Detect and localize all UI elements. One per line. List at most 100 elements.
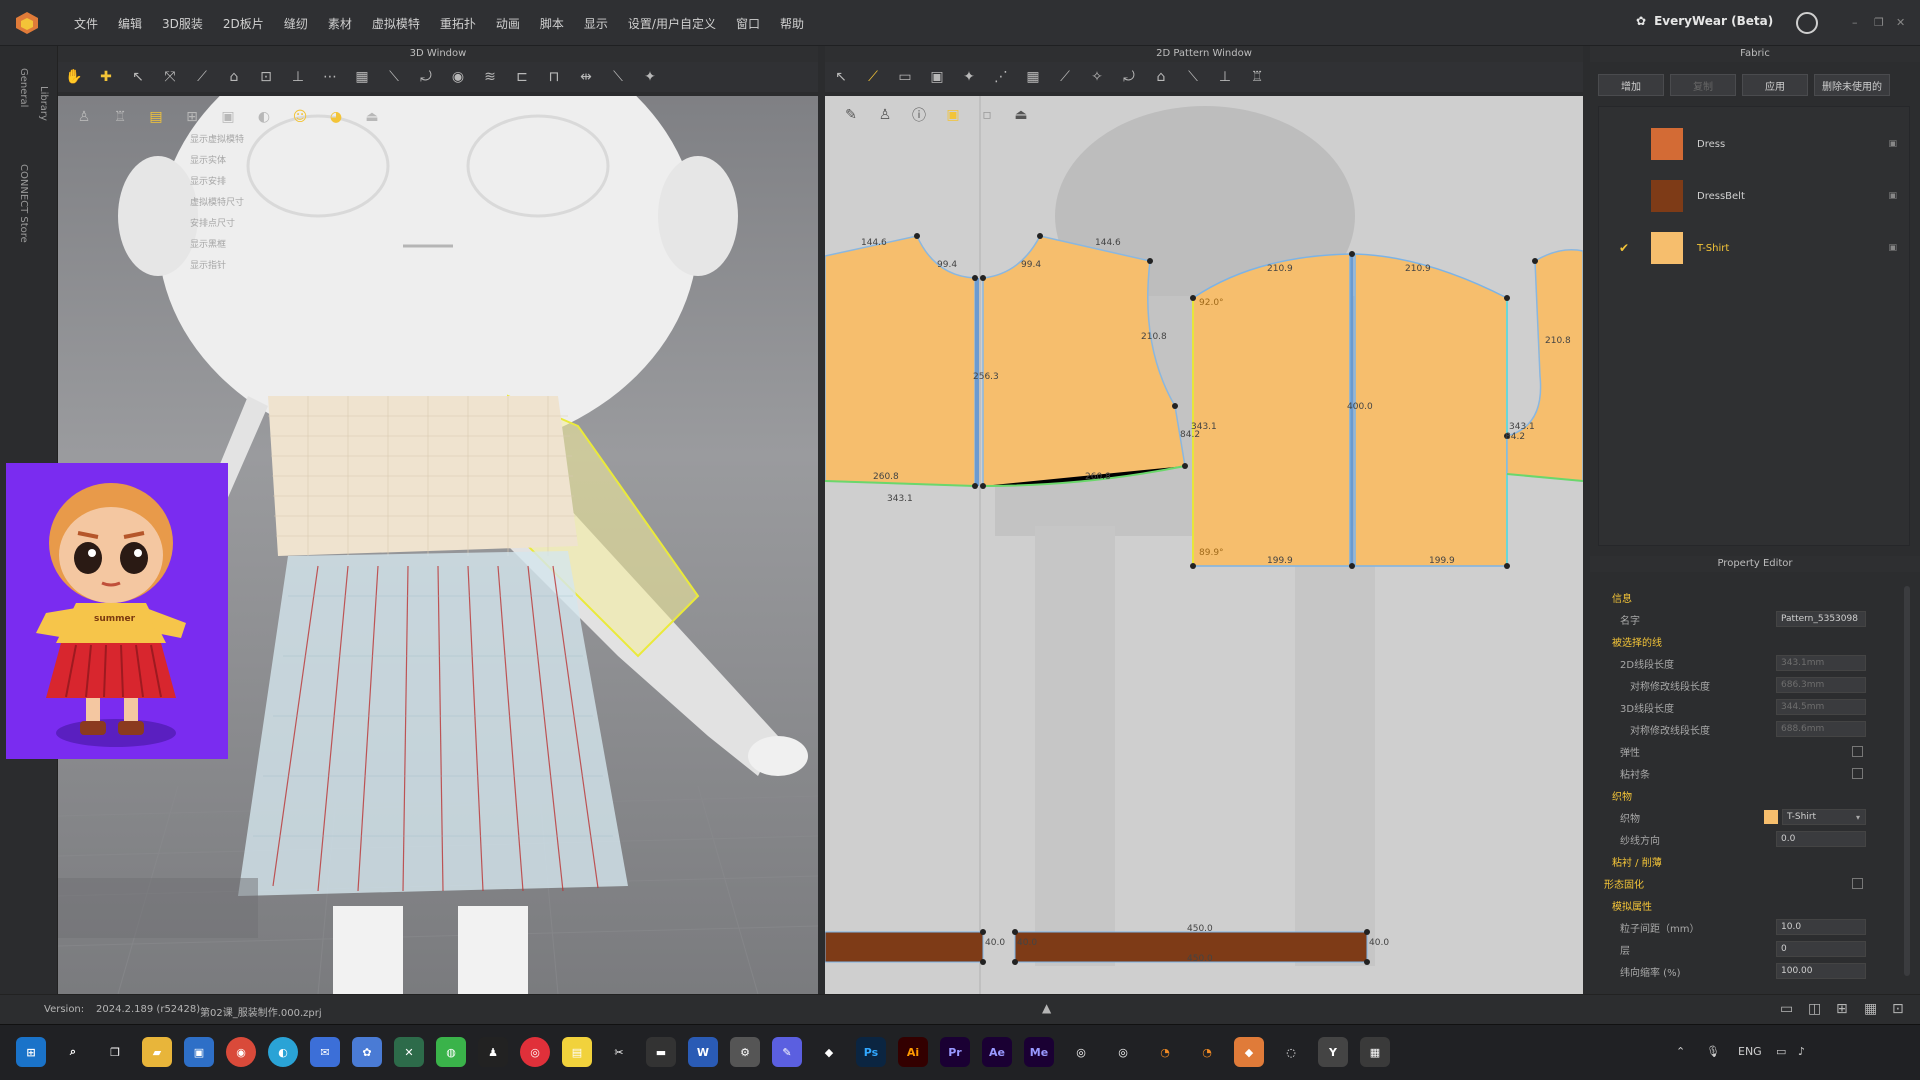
fabric-item-selected[interactable]: ✔ T-Shirt ▣ — [1599, 223, 1911, 273]
3d-length-field[interactable]: 344.5mm — [1776, 699, 1866, 715]
settings-icon[interactable]: ⚙ — [730, 1037, 760, 1067]
search-icon[interactable]: ⌕ — [58, 1037, 88, 1067]
microphone-icon[interactable]: 🎙 — [1706, 1045, 1720, 1058]
tape-checkbox[interactable] — [1852, 767, 1863, 779]
app-icon[interactable]: ◆ — [814, 1037, 844, 1067]
layout-single-icon[interactable]: ▭ — [1780, 1001, 1793, 1017]
display-hide-icon[interactable]: ◐ — [253, 106, 275, 128]
menu-3d-garment[interactable]: 3D服装 — [152, 15, 213, 32]
tab-library[interactable]: Library — [38, 86, 49, 121]
copy-fabric-button[interactable]: 复制 — [1670, 74, 1736, 96]
select-mesh-icon[interactable]: ↖ — [127, 66, 149, 88]
layer-field[interactable]: 0 — [1776, 941, 1866, 957]
puckering-icon[interactable]: ⇹ — [575, 66, 597, 88]
display-texture-icon[interactable]: ▣ — [217, 106, 239, 128]
2d-edit-pattern-icon[interactable]: ⟋ — [862, 66, 884, 88]
app-icon[interactable]: ✿ — [352, 1037, 382, 1067]
pattern-name-field[interactable]: Pattern_5353098 — [1776, 611, 1866, 627]
2d-pin-icon[interactable]: ⟍ — [1182, 66, 1204, 88]
avatar-menu-item[interactable]: 显示指针 — [168, 256, 298, 277]
user-avatar-icon[interactable] — [1796, 12, 1818, 34]
close-icon[interactable]: ✕ — [1896, 16, 1905, 29]
2d-display-info-icon[interactable]: ⓘ — [908, 104, 930, 126]
menu-animation[interactable]: 动画 — [486, 15, 530, 32]
menu-settings[interactable]: 设置/用户自定义 — [618, 15, 726, 32]
2d-rectangle-icon[interactable]: ▭ — [894, 66, 916, 88]
restore-icon[interactable]: ❐ — [1874, 16, 1884, 29]
2d-measure-icon[interactable]: ⊥ — [1214, 66, 1236, 88]
cinema4d-icon[interactable]: ◎ — [1066, 1037, 1096, 1067]
menu-2d-pattern[interactable]: 2D板片 — [213, 15, 274, 32]
layout-split-icon[interactable]: ◫ — [1808, 1001, 1821, 1017]
shape-retain-checkbox[interactable] — [1852, 877, 1863, 889]
menu-display[interactable]: 显示 — [574, 15, 618, 32]
section-selected-line[interactable]: 被选择的线 — [1612, 634, 1662, 649]
2d-dart-icon[interactable]: ⋰ — [990, 66, 1012, 88]
avatar-menu-item[interactable]: 显示虚拟模特 — [168, 130, 298, 151]
menu-file[interactable]: 文件 — [64, 15, 108, 32]
tab-general[interactable]: General — [18, 68, 29, 107]
fabric-select[interactable]: T-Shirt — [1782, 809, 1866, 825]
particle-distance-field[interactable]: 10.0 — [1776, 919, 1866, 935]
tab-connect-store[interactable]: CONNECT Store — [18, 164, 29, 243]
minimize-icon[interactable]: – — [1852, 16, 1858, 29]
section-info[interactable]: 信息 — [1612, 590, 1632, 605]
section-simulation[interactable]: 模拟属性 — [1612, 898, 1652, 913]
arrange-icon[interactable]: ⟍ — [607, 66, 629, 88]
clo3d-icon[interactable]: ◆ — [1234, 1037, 1264, 1067]
display-mesh-icon[interactable]: ⊞ — [181, 106, 203, 128]
2d-length-field[interactable]: 343.1mm — [1776, 655, 1866, 671]
2d-internal-shape-icon[interactable]: ▣ — [926, 66, 948, 88]
2d-display-texture-icon[interactable]: ▣ — [942, 104, 964, 126]
file-explorer-icon[interactable]: ▰ — [142, 1037, 172, 1067]
display-avatar-color-icon[interactable]: ☺ — [289, 106, 311, 128]
edit-curve-icon[interactable]: ⟋ — [191, 66, 213, 88]
measure-icon[interactable]: ⊓ — [543, 66, 565, 88]
expand-up-icon[interactable]: ▲ — [1042, 1001, 1051, 1015]
illustrator-icon[interactable]: Ai — [898, 1037, 928, 1067]
avatar-menu-item[interactable]: 安排点尺寸 — [168, 214, 298, 235]
pin-icon[interactable]: ▣ — [1888, 191, 1897, 201]
app-logo-icon[interactable] — [14, 10, 40, 36]
wechat-icon[interactable]: ◍ — [436, 1037, 466, 1067]
avatar-menu-item[interactable]: 虚拟模特尺寸 — [168, 193, 298, 214]
2d-display-grid-icon[interactable]: ▫ — [976, 104, 998, 126]
2d-fold-icon[interactable]: ⌂ — [1150, 66, 1172, 88]
word-icon[interactable]: W — [688, 1037, 718, 1067]
sym-length-field[interactable]: 686.3mm — [1776, 677, 1866, 693]
layout-four-icon[interactable]: ▦ — [1864, 1001, 1877, 1017]
elastic-checkbox[interactable] — [1852, 745, 1863, 757]
menu-avatar[interactable]: 虚拟模特 — [362, 15, 430, 32]
property-scrollbar[interactable] — [1904, 586, 1910, 976]
2d-display-export-icon[interactable]: ⏏ — [1010, 104, 1032, 126]
qq-icon[interactable]: ♟ — [478, 1037, 508, 1067]
fabric-item[interactable]: Dress ▣ — [1599, 119, 1911, 169]
shrinkage-field[interactable]: 100.00 — [1776, 963, 1866, 979]
app-icon[interactable]: ◌ — [1276, 1037, 1306, 1067]
netease-music-icon[interactable]: ◎ — [520, 1037, 550, 1067]
2d-transform-icon[interactable]: ↖ — [830, 66, 852, 88]
2d-garment-icon[interactable]: ♖ — [1246, 66, 1268, 88]
stitch-icon[interactable]: ⤾ — [415, 66, 437, 88]
pin-icon[interactable]: ⊡ — [255, 66, 277, 88]
seam-icon[interactable]: ⋯ — [319, 66, 341, 88]
2d-pattern-viewport[interactable]: ✎ ♙ ⓘ ▣ ▫ ⏏ 144.6 99.4 99.4 144.6 210.8 … — [825, 96, 1583, 994]
2d-free-sew-icon[interactable]: ✧ — [1086, 66, 1108, 88]
calculator-icon[interactable]: ▦ — [1360, 1037, 1390, 1067]
display-export-icon[interactable]: ⏏ — [361, 106, 383, 128]
terminal-icon[interactable]: ▬ — [646, 1037, 676, 1067]
zipper-icon[interactable]: ≋ — [479, 66, 501, 88]
chevron-down-icon[interactable]: ▾ — [1856, 813, 1860, 822]
fabric-item[interactable]: DressBelt ▣ — [1599, 171, 1911, 221]
avatar-menu-item[interactable]: 显示安排 — [168, 172, 298, 193]
2d-grade-icon[interactable]: ▦ — [1022, 66, 1044, 88]
notes-icon[interactable]: ▤ — [562, 1037, 592, 1067]
menu-window[interactable]: 窗口 — [726, 15, 770, 32]
cinema4d-alt-icon[interactable]: ◎ — [1108, 1037, 1138, 1067]
yuque-icon[interactable]: Y — [1318, 1037, 1348, 1067]
task-view-icon[interactable]: ❐ — [100, 1037, 130, 1067]
network-icon[interactable]: ▭ — [1776, 1045, 1786, 1058]
brand-area[interactable]: ✿ EveryWear (Beta) — [1636, 14, 1773, 28]
display-fabric-icon[interactable]: ▤ — [145, 106, 167, 128]
premiere-icon[interactable]: Pr — [940, 1037, 970, 1067]
